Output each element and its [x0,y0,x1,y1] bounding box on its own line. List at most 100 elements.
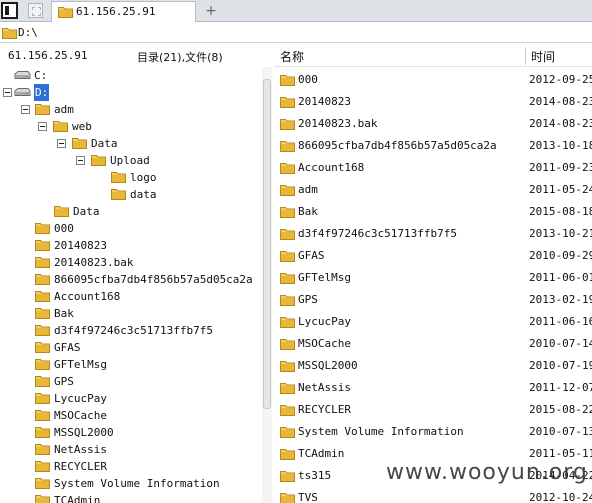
new-tab-button[interactable]: + [203,1,219,21]
file-row[interactable]: GPS 2013-02-19 [274,289,592,311]
column-header-time[interactable]: 时间 [531,48,555,65]
folder-icon [280,360,295,372]
file-row[interactable]: Account168 2011-09-23 [274,157,592,179]
tree-label: web [72,120,92,133]
tree-label: RECYCLER [54,460,107,473]
file-name: GFTelMsg [298,271,351,284]
folder-icon [35,426,50,438]
folder-icon [280,206,295,218]
folder-icon [280,338,295,350]
file-row[interactable]: TVS 2012-10-24 [274,487,592,503]
file-name: adm [298,183,318,196]
file-row[interactable]: LycucPay 2011-06-16 [274,311,592,333]
folder-icon [35,290,50,302]
file-row[interactable]: Bak 2015-08-18 [274,201,592,223]
folder-icon [280,250,295,262]
file-time: 2013-10-21 [529,227,592,240]
tree-scrollbar[interactable] [262,67,272,503]
scrollbar-thumb[interactable] [263,79,271,409]
tree-label: Data [73,205,100,218]
tree-label: D: [34,84,50,101]
file-time: 2010-09-29 [529,249,592,262]
file-time: 2015-08-18 [529,205,592,218]
tree-label: Upload [110,154,150,167]
file-row[interactable]: adm 2011-05-24 [274,179,592,201]
folder-icon [35,477,50,489]
folder-icon [35,324,50,336]
file-row[interactable]: 20140823.bak 2014-08-23 [274,113,592,135]
file-row[interactable]: 866095cfba7db4f856b57a5d05ca2a 2013-10-18 [274,135,592,157]
folder-icon [35,460,50,472]
tree-label: GFAS [54,341,81,354]
file-row[interactable]: GFTelMsg 2011-06-01 [274,267,592,289]
collapse-toggle-icon[interactable] [38,122,47,131]
dock-icon[interactable] [28,3,43,18]
folder-icon [35,307,50,319]
tree-label: logo [130,171,157,184]
folder-icon [35,392,50,404]
collapse-toggle-icon[interactable] [21,105,30,114]
folder-icon [280,140,295,152]
tree-label: 20140823 [54,239,107,252]
drive-icon [14,88,31,97]
collapse-toggle-icon[interactable] [76,156,85,165]
file-row[interactable]: MSSQL2000 2010-07-19 [274,355,592,377]
tree-label: 20140823.bak [54,256,134,269]
collapse-toggle-icon[interactable] [57,139,66,148]
tree-label: Bak [54,307,74,320]
folder-icon [35,409,50,421]
file-row[interactable]: 20140823 2014-08-23 [274,91,592,113]
tree-label: System Volume Information [54,477,220,490]
tree-label: NetAssis [54,443,107,456]
address-bar[interactable]: D:\ [0,23,592,43]
folder-icon [280,118,295,130]
tab-host[interactable]: 61.156.25.91 [51,1,196,22]
folder-icon [2,27,17,39]
column-divider[interactable] [525,47,526,65]
file-row[interactable]: MSOCache 2010-07-14 [274,333,592,355]
file-row[interactable]: NetAssis 2011-12-07 [274,377,592,399]
file-time: 2010-07-19 [529,359,592,372]
tree-label: Account168 [54,290,121,303]
folder-icon [111,171,126,183]
file-time: 2011-12-07 [529,381,592,394]
tree-label: MSOCache [54,409,107,422]
file-name: MSSQL2000 [298,359,358,372]
tab-label: 61.156.25.91 [76,5,156,18]
file-row[interactable]: RECYCLER 2015-08-22 [274,399,592,421]
folder-icon [35,222,50,234]
file-time: 2011-05-24 [529,183,592,196]
file-name: Bak [298,205,318,218]
file-time: 2011-09-23 [529,161,592,174]
file-row[interactable]: d3f4f97246c3c51713ffb7f5 2013-10-21 [274,223,592,245]
tree-label: LycucPay [54,392,107,405]
file-name: LycucPay [298,315,351,328]
folder-tree: C: D: adm web Data Upload logo data Data [0,67,262,503]
file-row[interactable]: System Volume Information 2010-07-13 [274,421,592,443]
folder-icon [280,294,295,306]
file-name: System Volume Information [298,425,464,438]
tree-label: TCAdmin [54,494,101,503]
folder-icon [280,228,295,240]
file-name: 20140823.bak [298,117,378,130]
panel-toggle-icon[interactable] [1,2,18,19]
file-time: 2012-10-24 [529,491,592,503]
file-name: TCAdmin [298,447,345,460]
folder-icon [58,6,73,18]
tree-label: d3f4f97246c3c51713ffb7f5 [54,324,213,337]
folder-icon [91,154,106,166]
file-row[interactable]: 000 2012-09-25 [274,69,592,91]
tree-label: GFTelMsg [54,358,107,371]
file-time: 2011-06-16 [529,315,592,328]
file-name: 20140823 [298,95,351,108]
file-row[interactable]: GFAS 2010-09-29 [274,245,592,267]
collapse-toggle-icon[interactable] [3,88,12,97]
file-name: NetAssis [298,381,351,394]
column-header-name[interactable]: 名称 [280,48,304,65]
folder-icon [280,470,295,482]
dir-file-counts: 目录(21),文件(8) [137,51,223,64]
address-path: D:\ [18,26,38,39]
file-name: RECYCLER [298,403,351,416]
folder-icon [35,443,50,455]
tree-label: data [130,188,157,201]
